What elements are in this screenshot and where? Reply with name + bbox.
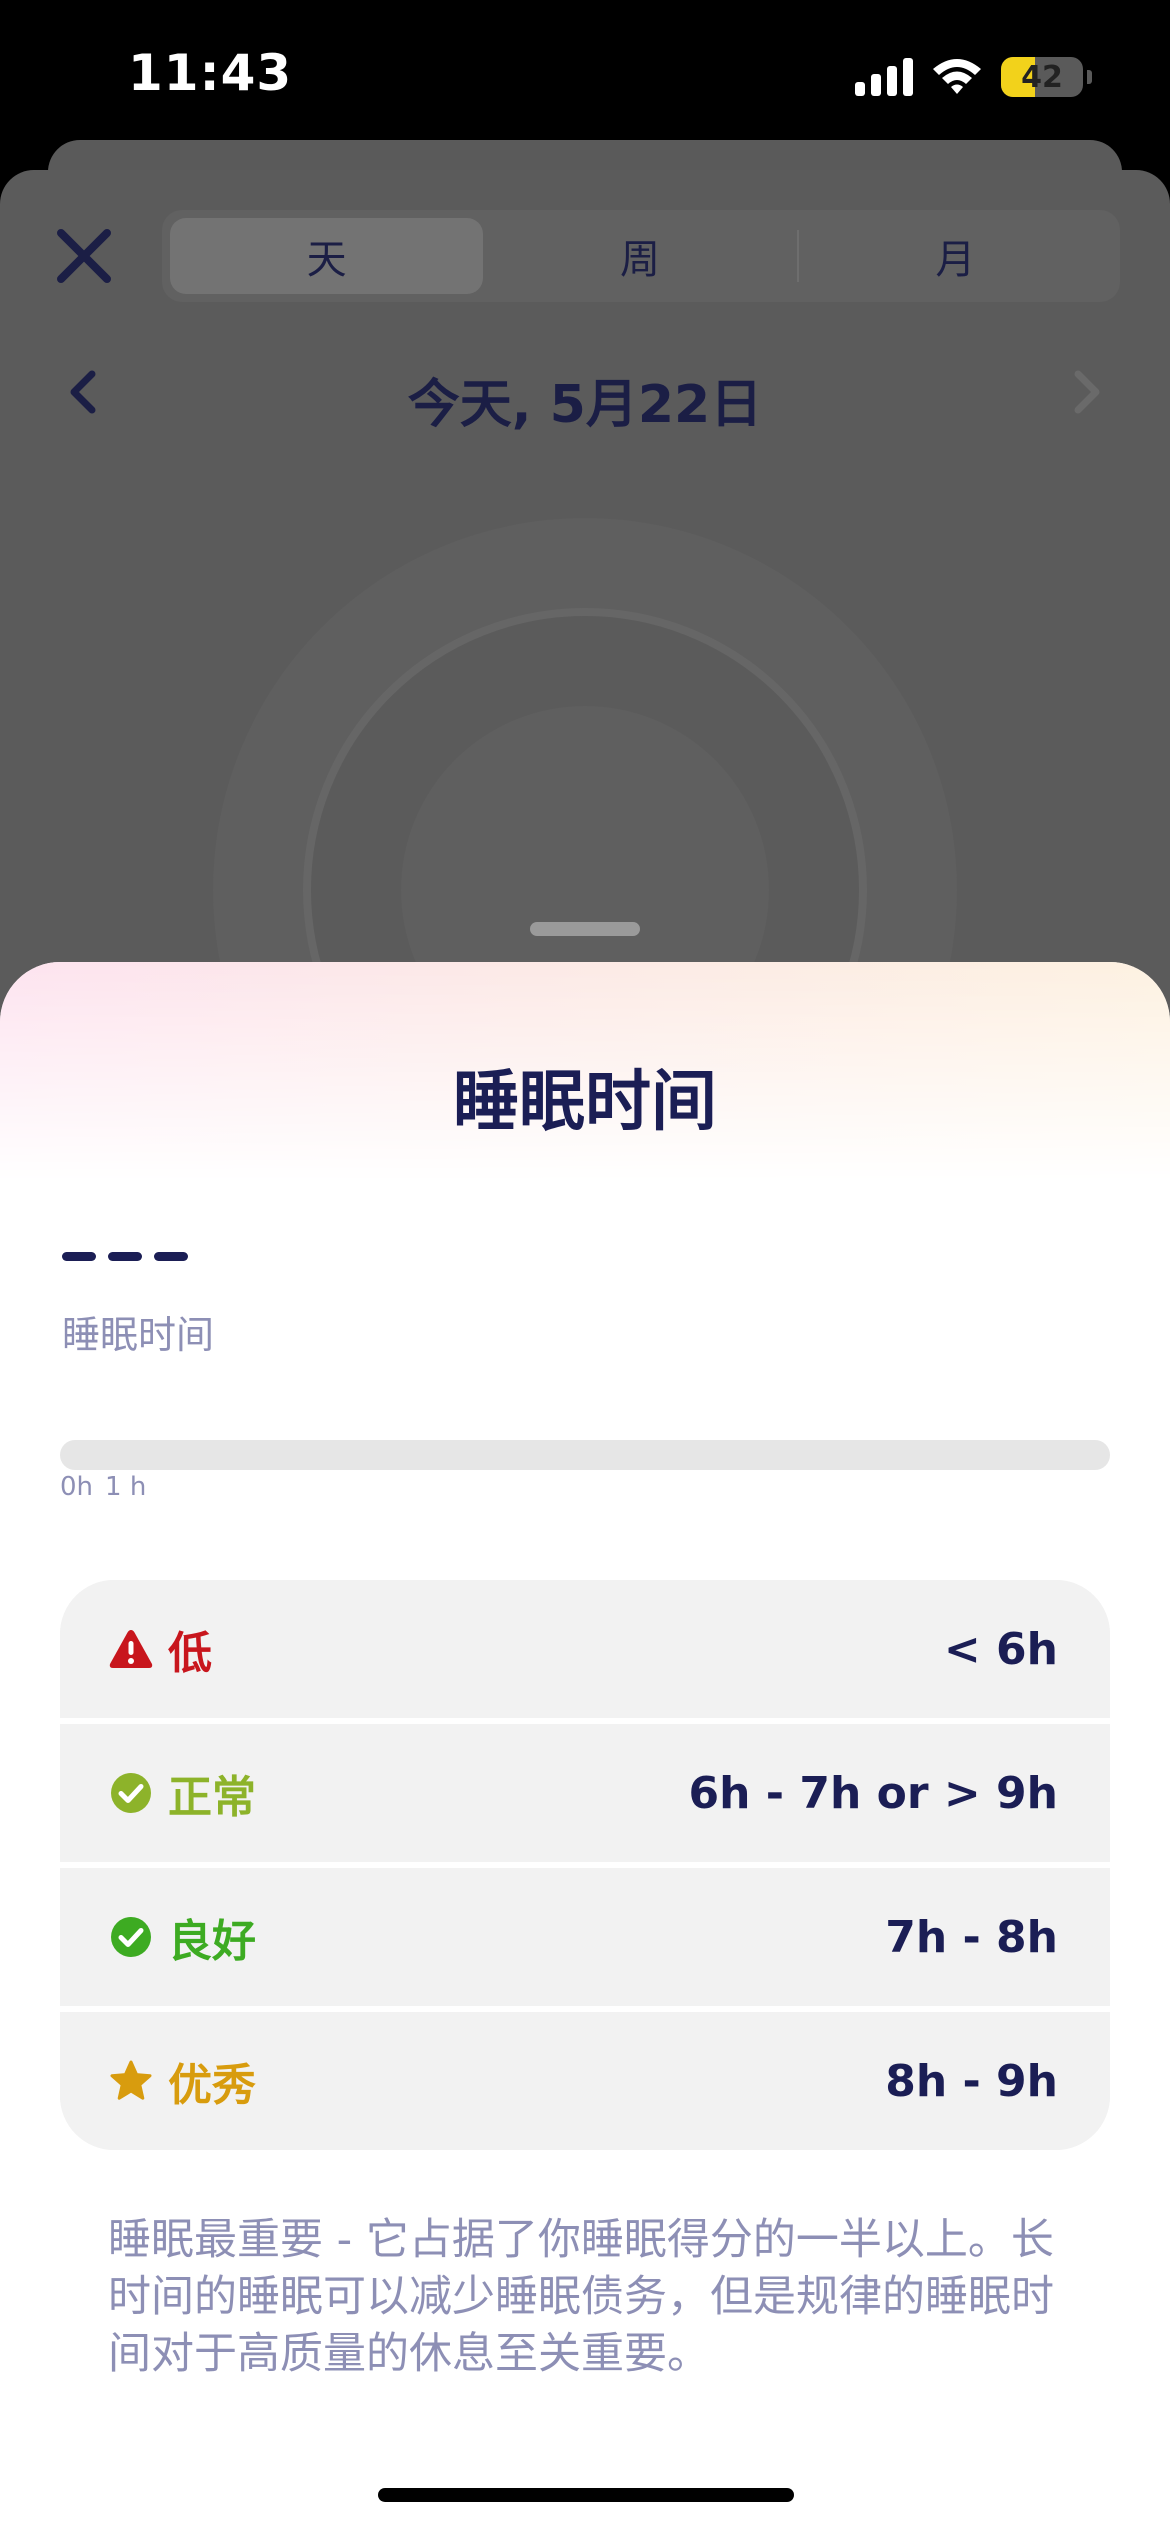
range-row-normal: 正常 6h - 7h or > 9h (60, 1718, 1110, 1862)
battery-tip (1087, 70, 1092, 84)
progress-tick-labels: 0h 1 h (60, 1472, 146, 1502)
tick-label: 0h (60, 1472, 94, 1502)
home-indicator[interactable] (378, 2488, 794, 2502)
range-value: 7h - 8h (885, 1911, 1058, 1963)
sleep-time-sheet: 睡眠时间 睡眠时间 0h 1 h 低 < 6h 正常 6h - 7h or > … (0, 962, 1170, 2532)
status-icons: 42 (855, 52, 1092, 102)
range-label: 良好 (168, 1916, 256, 1967)
date-navigation: 今天, 5月22日 (0, 350, 1170, 435)
range-value: < 6h (943, 1623, 1058, 1675)
warning-icon (108, 1626, 154, 1672)
check-circle-icon (108, 1914, 154, 1960)
range-label: 正常 (168, 1772, 256, 1823)
tick-label: 1 h (105, 1472, 147, 1502)
close-icon (57, 229, 111, 283)
sleep-range-list: 低 < 6h 正常 6h - 7h or > 9h 良好 7h - 8h 优秀 … (60, 1580, 1110, 2150)
sleep-time-progress-bar (60, 1440, 1110, 1470)
tab-week-label: 周 (619, 237, 660, 283)
range-row-excellent: 优秀 8h - 9h (60, 2006, 1110, 2150)
range-row-low: 低 < 6h (60, 1580, 1110, 1718)
sleep-time-value-placeholder (62, 1252, 188, 1261)
tab-day-label: 天 (306, 237, 347, 283)
sleep-time-description: 睡眠最重要 - 它占据了你睡眠得分的一半以上。长时间的睡眠可以减少睡眠债务，但是… (108, 2215, 1054, 2379)
battery-icon: 42 (1001, 57, 1083, 97)
tab-month[interactable]: 月 (799, 218, 1112, 294)
period-segmented-control: 天 周 月 (162, 210, 1120, 302)
sheet-grabber[interactable] (530, 922, 640, 936)
range-value: 8h - 9h (885, 2055, 1058, 2107)
sheet-title: 睡眠时间 (453, 1063, 717, 1140)
tab-month-label: 月 (935, 237, 976, 283)
tab-week[interactable]: 周 (483, 218, 796, 294)
range-row-good: 良好 7h - 8h (60, 1862, 1110, 2006)
tab-day[interactable]: 天 (170, 218, 484, 294)
range-label: 低 (168, 1628, 212, 1679)
status-time: 11:43 (128, 44, 293, 102)
date-title: 今天, 5月22日 (407, 375, 763, 435)
range-value: 6h - 7h or > 9h (688, 1767, 1058, 1819)
check-circle-icon (108, 1770, 154, 1816)
close-button[interactable] (48, 220, 120, 292)
sleep-time-value-label: 睡眠时间 (62, 1313, 215, 1357)
wifi-icon (933, 59, 981, 94)
range-label: 优秀 (168, 2060, 256, 2111)
star-icon (108, 2058, 154, 2104)
status-bar: 11:43 42 (0, 0, 1170, 150)
next-day-button[interactable] (1060, 366, 1112, 418)
cellular-signal-icon (855, 58, 913, 96)
battery-percent: 42 (1021, 59, 1063, 95)
